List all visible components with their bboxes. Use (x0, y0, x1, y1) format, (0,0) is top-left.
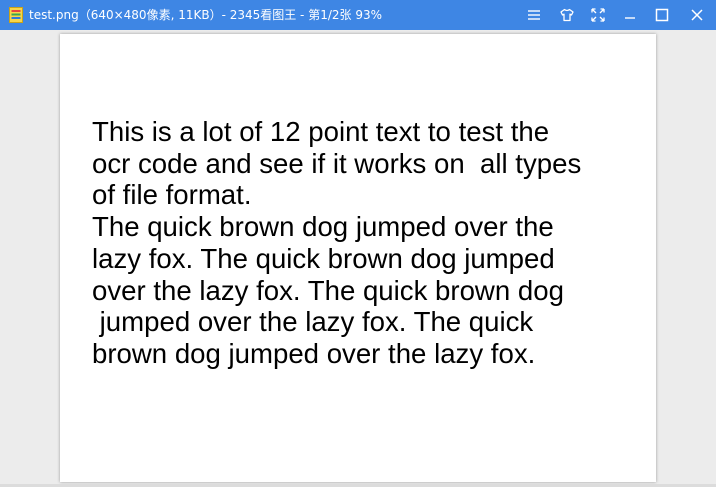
displayed-image[interactable]: This is a lot of 12 point text to test t… (60, 34, 656, 482)
image-text-line: jumped over the lazy fox. The quick (92, 306, 534, 338)
fullscreen-icon (591, 8, 605, 22)
close-icon (691, 9, 703, 21)
image-text-line: of file format. (92, 179, 252, 211)
menu-icon (528, 10, 540, 20)
maximize-button[interactable] (650, 3, 674, 27)
image-text-line: over the lazy fox. The quick brown dog (92, 274, 564, 306)
window-title: test.png（640×480像素, 11KB）- 2345看图王 - 第1/… (29, 8, 383, 22)
image-text-line: The quick brown dog jumped over the (92, 211, 554, 243)
image-text-line: brown dog jumped over the lazy fox. (92, 337, 536, 369)
close-button[interactable] (685, 3, 709, 27)
title-bar[interactable]: test.png（640×480像素, 11KB）- 2345看图王 - 第1/… (0, 0, 716, 30)
minimize-button[interactable] (618, 3, 642, 27)
image-viewer-area[interactable]: This is a lot of 12 point text to test t… (0, 30, 716, 487)
skin-button[interactable] (555, 3, 579, 27)
image-text-line: lazy fox. The quick brown dog jumped (92, 242, 555, 274)
menu-button[interactable] (522, 3, 546, 27)
image-text-content: This is a lot of 12 point text to test t… (92, 116, 652, 370)
app-icon (9, 7, 23, 23)
minimize-icon (625, 17, 635, 19)
shirt-icon (560, 8, 574, 22)
image-text-line: This is a lot of 12 point text to test t… (92, 116, 550, 147)
image-text-line: ocr code and see if it works on all type… (92, 147, 582, 179)
fullscreen-button[interactable] (586, 3, 610, 27)
maximize-icon (655, 8, 669, 22)
